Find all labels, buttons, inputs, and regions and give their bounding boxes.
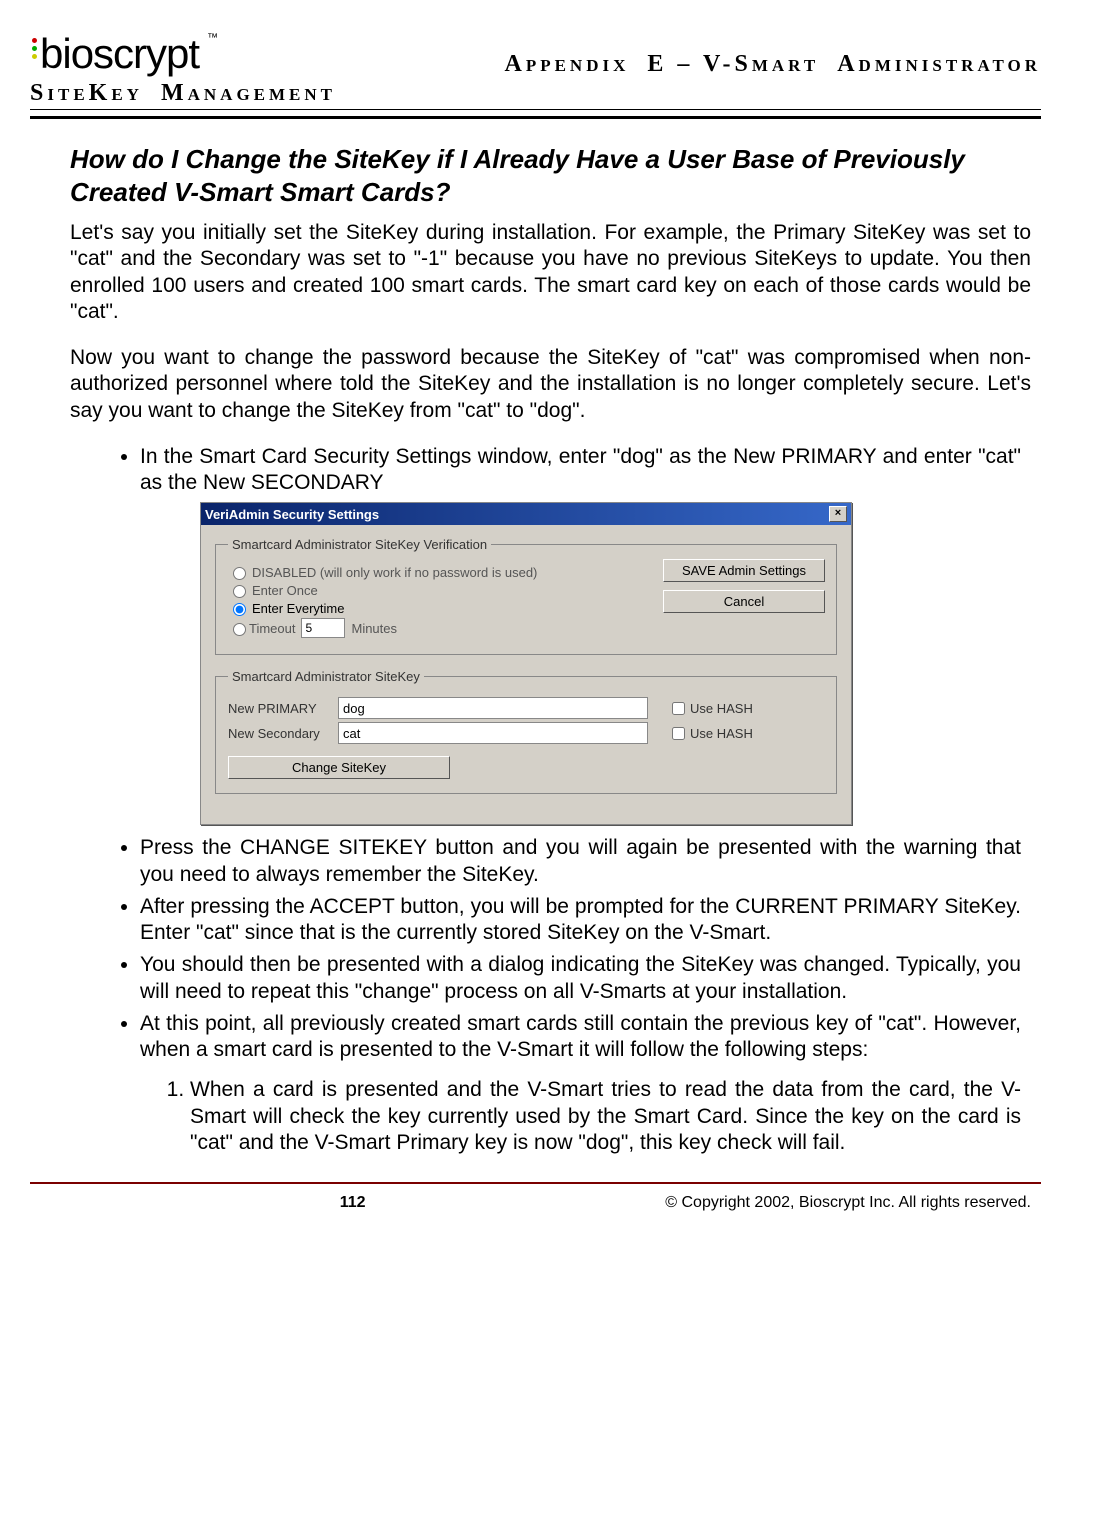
section-heading: SITEKEY MANAGEMENT	[30, 80, 1041, 107]
logo-dots-icon	[30, 38, 40, 68]
radio-disabled[interactable]	[233, 567, 246, 580]
change-sitekey-button[interactable]: Change SiteKey	[228, 756, 450, 779]
intro-text: Let's say you initially set the SiteKey …	[30, 220, 1041, 424]
bullet-item: At this point, all previously created sm…	[140, 1011, 1031, 1064]
radio-timeout[interactable]	[233, 623, 246, 636]
sitekey-group: Smartcard Administrator SiteKey New PRIM…	[215, 669, 837, 794]
bullet-item: You should then be presented with a dial…	[140, 952, 1031, 1005]
radio-label: Enter Once	[252, 583, 318, 598]
page-number: 112	[40, 1194, 665, 1212]
numbered-item: When a card is presented and the V-Smart…	[190, 1077, 1031, 1156]
timeout-unit-label: Minutes	[351, 621, 397, 636]
new-secondary-input[interactable]	[338, 722, 648, 744]
new-secondary-label: New Secondary	[228, 726, 338, 741]
new-primary-label: New PRIMARY	[228, 701, 338, 716]
timeout-input[interactable]	[301, 618, 345, 638]
dialog-title: VeriAdmin Security Settings	[205, 507, 379, 522]
bullet-item: In the Smart Card Security Settings wind…	[140, 444, 1031, 497]
radio-label: Timeout	[249, 621, 295, 636]
use-hash-primary-checkbox[interactable]	[672, 702, 685, 715]
dialog-titlebar: VeriAdmin Security Settings ×	[201, 503, 851, 525]
new-primary-input[interactable]	[338, 697, 648, 719]
group-legend: Smartcard Administrator SiteKey	[228, 669, 424, 684]
checkbox-label: Use HASH	[690, 726, 753, 741]
logo: bioscrypt™	[30, 30, 199, 78]
appendix-heading: APPENDIX E – V-SMART ADMINISTRATOR	[504, 51, 1041, 78]
page-footer: 112 © Copyright 2002, Bioscrypt Inc. All…	[30, 1188, 1041, 1212]
radio-enter-everytime[interactable]	[233, 603, 246, 616]
cancel-button[interactable]: Cancel	[663, 590, 825, 613]
radio-enter-once[interactable]	[233, 585, 246, 598]
bullet-item: After pressing the ACCEPT button, you wi…	[140, 894, 1031, 947]
copyright-text: © Copyright 2002, Bioscrypt Inc. All rig…	[665, 1194, 1031, 1212]
bullet-item: Press the CHANGE SITEKEY button and you …	[140, 835, 1031, 888]
security-settings-dialog: VeriAdmin Security Settings × SAVE Admin…	[200, 502, 852, 825]
save-admin-settings-button[interactable]: SAVE Admin Settings	[663, 559, 825, 582]
page-header: bioscrypt™ APPENDIX E – V-SMART ADMINIST…	[30, 30, 1041, 78]
logo-text: bioscrypt	[40, 30, 199, 77]
trademark-icon: ™	[207, 32, 217, 44]
checkbox-label: Use HASH	[690, 701, 753, 716]
use-hash-secondary-checkbox[interactable]	[672, 727, 685, 740]
radio-label: Enter Everytime	[252, 601, 344, 616]
radio-label: DISABLED (will only work if no password …	[252, 565, 537, 580]
page-title: How do I Change the SiteKey if I Already…	[30, 143, 1041, 208]
close-icon[interactable]: ×	[829, 506, 847, 522]
group-legend: Smartcard Administrator SiteKey Verifica…	[228, 537, 491, 552]
